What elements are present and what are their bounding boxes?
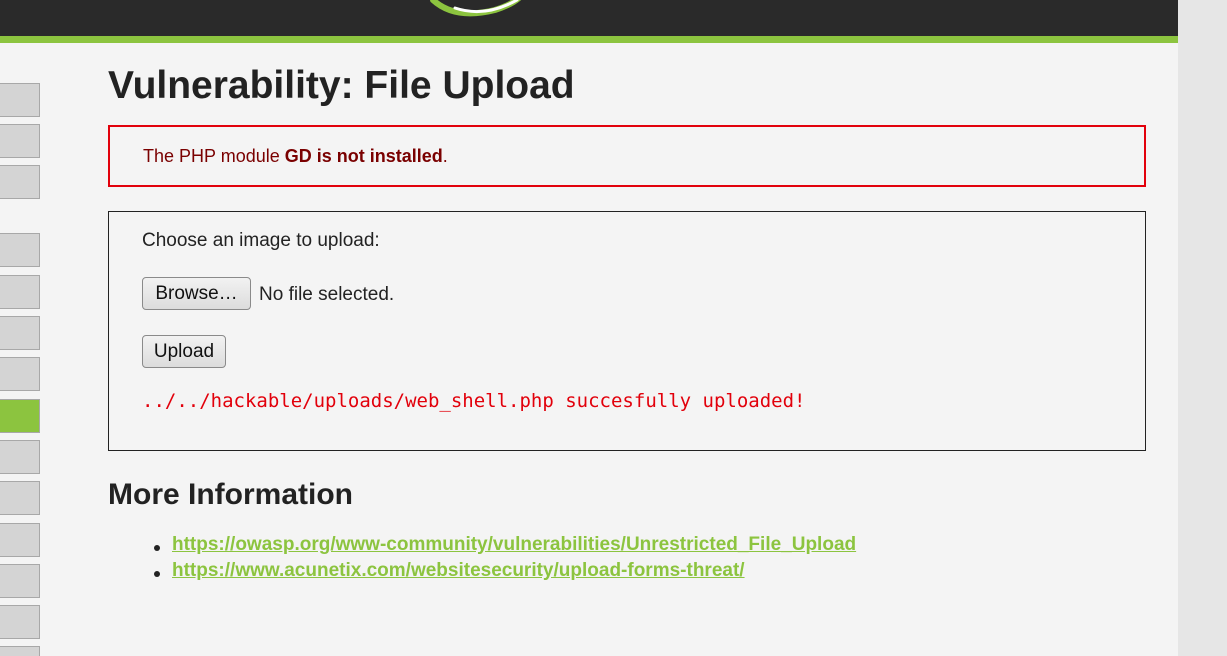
warning-suffix: . [442,146,448,166]
menu-item-active[interactable] [0,399,40,433]
menu-item[interactable] [0,165,40,199]
menu-item[interactable] [0,275,40,309]
menu-item[interactable] [0,605,40,639]
menu-item[interactable] [0,523,40,557]
upload-result-message: ../../hackable/uploads/web_shell.php suc… [142,390,806,412]
warning-box: The PHP module GD is not installed. [108,125,1146,187]
menu-item[interactable] [0,316,40,350]
menu-item[interactable] [0,564,40,598]
menu-item[interactable] [0,481,40,515]
more-info-title: More Information [108,478,353,511]
menu-item[interactable] [0,646,40,656]
warning-message: The PHP module GD is not installed. [143,146,448,167]
warning-prefix: The PHP module [143,146,285,166]
menu-item[interactable] [0,357,40,391]
logo-swirl-icon [430,0,522,17]
acunetix-link[interactable]: https://www.acunetix.com/websitesecurity… [172,560,745,582]
owasp-link[interactable]: https://owasp.org/www-community/vulnerab… [172,534,856,556]
menu-item[interactable] [0,83,40,117]
browse-button[interactable]: Browse… [142,277,251,310]
menu-item[interactable] [0,233,40,267]
choose-image-label: Choose an image to upload: [142,230,380,251]
bullet-icon [154,545,160,551]
upload-form: Choose an image to upload: Browse… No fi… [108,211,1146,451]
warning-bold: GD is not installed [284,146,443,166]
file-status-text: No file selected. [259,284,395,305]
menu-item[interactable] [0,124,40,158]
menu-item[interactable] [0,440,40,474]
bullet-icon [154,571,160,577]
page: Vulnerability: File Upload The PHP modul… [0,0,1178,656]
header-bar [0,0,1178,43]
page-title: Vulnerability: File Upload [108,64,575,107]
upload-button[interactable]: Upload [142,335,226,368]
